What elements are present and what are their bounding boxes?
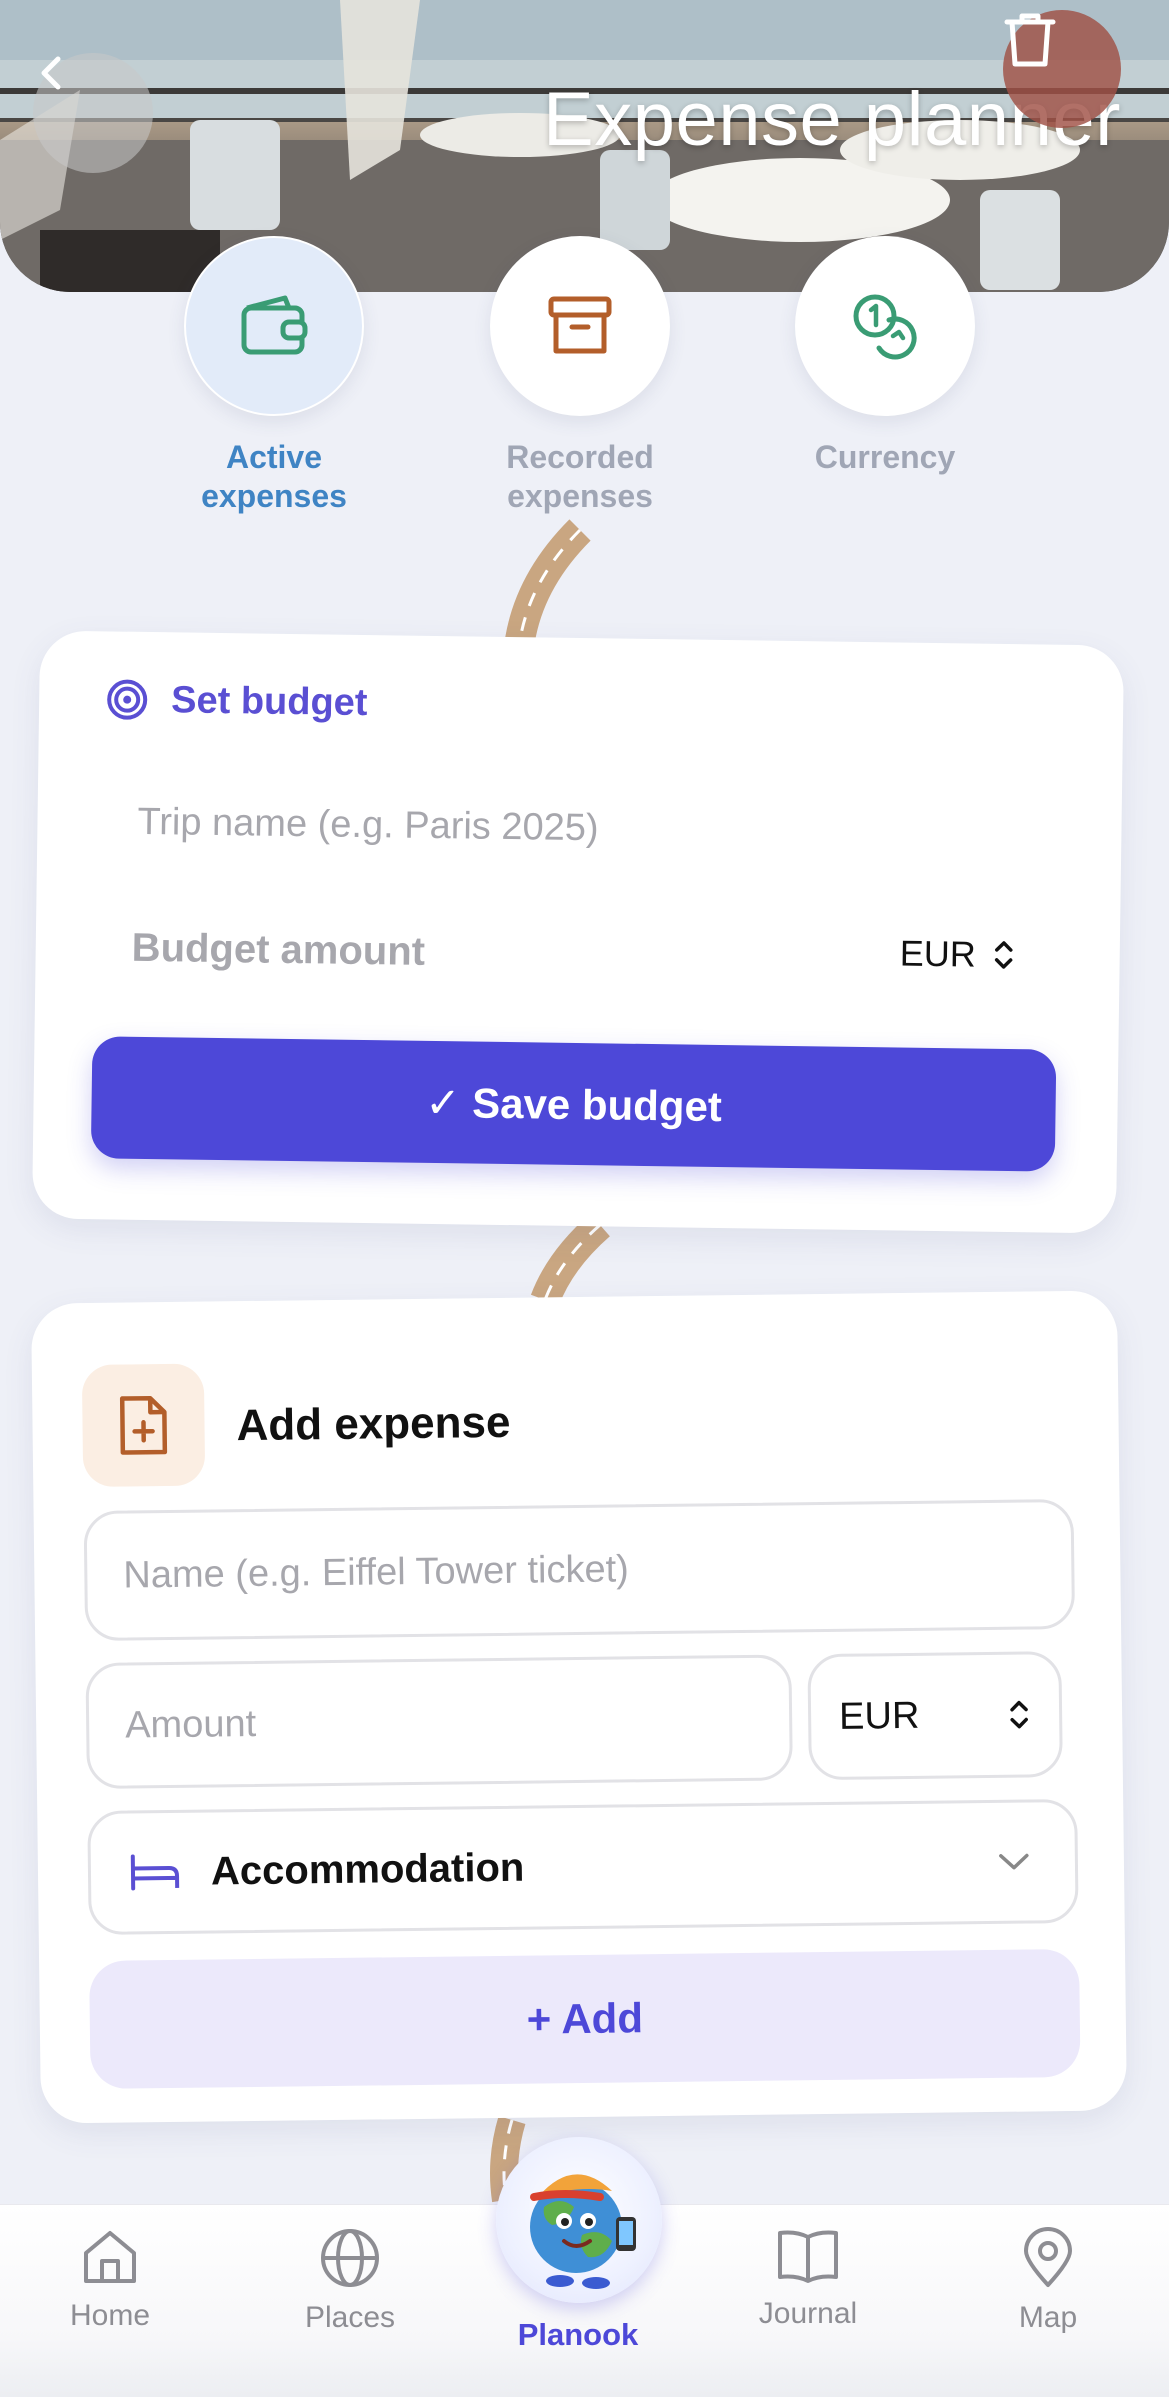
- tab-recorded-expenses-circle: [490, 236, 670, 416]
- bed-icon: [130, 1854, 180, 1891]
- nav-label-map: Map: [1018, 2301, 1078, 2334]
- target-icon: [107, 679, 148, 720]
- chevron-up-down-icon: [994, 941, 1013, 969]
- nav-label-home: Home: [69, 2299, 151, 2332]
- tab-label-line2: expenses: [507, 478, 653, 514]
- expense-amount-input[interactable]: [124, 1695, 790, 1748]
- back-button[interactable]: [33, 53, 153, 173]
- tab-label-line2: expenses: [201, 478, 347, 514]
- budget-currency-select[interactable]: EUR: [899, 932, 1016, 976]
- nav-item-journal[interactable]: Journal: [718, 2227, 898, 2331]
- nav-label-places: Places: [304, 2301, 396, 2334]
- nav-item-planook[interactable]: [496, 2137, 662, 2303]
- nav-item-places[interactable]: Places: [260, 2227, 440, 2335]
- map-pin-icon: [1024, 2227, 1072, 2287]
- file-plus-icon: [119, 1395, 168, 1455]
- budget-currency-value: EUR: [899, 932, 977, 975]
- tab-label-line1: Active: [225, 439, 323, 475]
- add-expense-button[interactable]: + Add: [89, 1948, 1081, 2089]
- tab-active-expenses[interactable]: Active expenses: [154, 236, 394, 516]
- chevron-down-icon: [999, 1853, 1029, 1870]
- budget-amount-input[interactable]: [131, 917, 733, 987]
- chevron-left-icon: [41, 56, 61, 90]
- add-expense-title: Add expense: [236, 1397, 511, 1451]
- trash-icon: [1004, 13, 1056, 67]
- planook-mascot-icon: [530, 2174, 636, 2289]
- delete-button[interactable]: [1003, 10, 1121, 128]
- save-budget-button[interactable]: ✓ Save budget: [90, 1036, 1057, 1172]
- add-expense-icon-tile: [81, 1363, 206, 1488]
- tab-active-expenses-circle: [184, 236, 364, 416]
- book-icon: [778, 2230, 838, 2283]
- add-expense-card: Add expense EUR Accommodation + Add: [31, 1290, 1127, 2124]
- budget-card: Set budget EUR ✓ Save budget: [31, 630, 1125, 1234]
- expense-currency-value: EUR: [838, 1694, 920, 1738]
- trip-name-input[interactable]: [137, 791, 998, 864]
- tab-recorded-expenses[interactable]: Recorded expenses: [460, 236, 700, 516]
- nav-label-planook: Planook: [517, 2317, 639, 2352]
- globe-icon: [321, 2229, 379, 2287]
- expense-amount-field[interactable]: [85, 1654, 793, 1790]
- expense-name-input[interactable]: [123, 1542, 1072, 1598]
- nav-label-journal: Journal: [758, 2297, 858, 2330]
- tab-currency-circle: [795, 236, 975, 416]
- category-value: Accommodation: [210, 1845, 525, 1894]
- home-icon: [84, 2231, 136, 2283]
- tab-label-line1: Recorded: [506, 439, 654, 475]
- category-select[interactable]: Accommodation: [87, 1798, 1079, 1936]
- expense-currency-select[interactable]: EUR: [807, 1651, 1063, 1781]
- coins-icon: [853, 294, 917, 360]
- budget-heading-label: Set budget: [170, 678, 368, 724]
- budget-heading: Set budget: [105, 677, 368, 725]
- nav-item-map[interactable]: Map: [958, 2227, 1138, 2335]
- expense-name-field[interactable]: [83, 1498, 1076, 1642]
- tab-label-line1: Currency: [814, 439, 956, 475]
- tab-currency[interactable]: Currency: [765, 236, 1005, 477]
- nav-item-home[interactable]: Home: [20, 2227, 200, 2333]
- chevron-up-down-icon: [1010, 1700, 1028, 1729]
- archive-icon: [548, 296, 612, 354]
- wallet-icon: [241, 295, 308, 355]
